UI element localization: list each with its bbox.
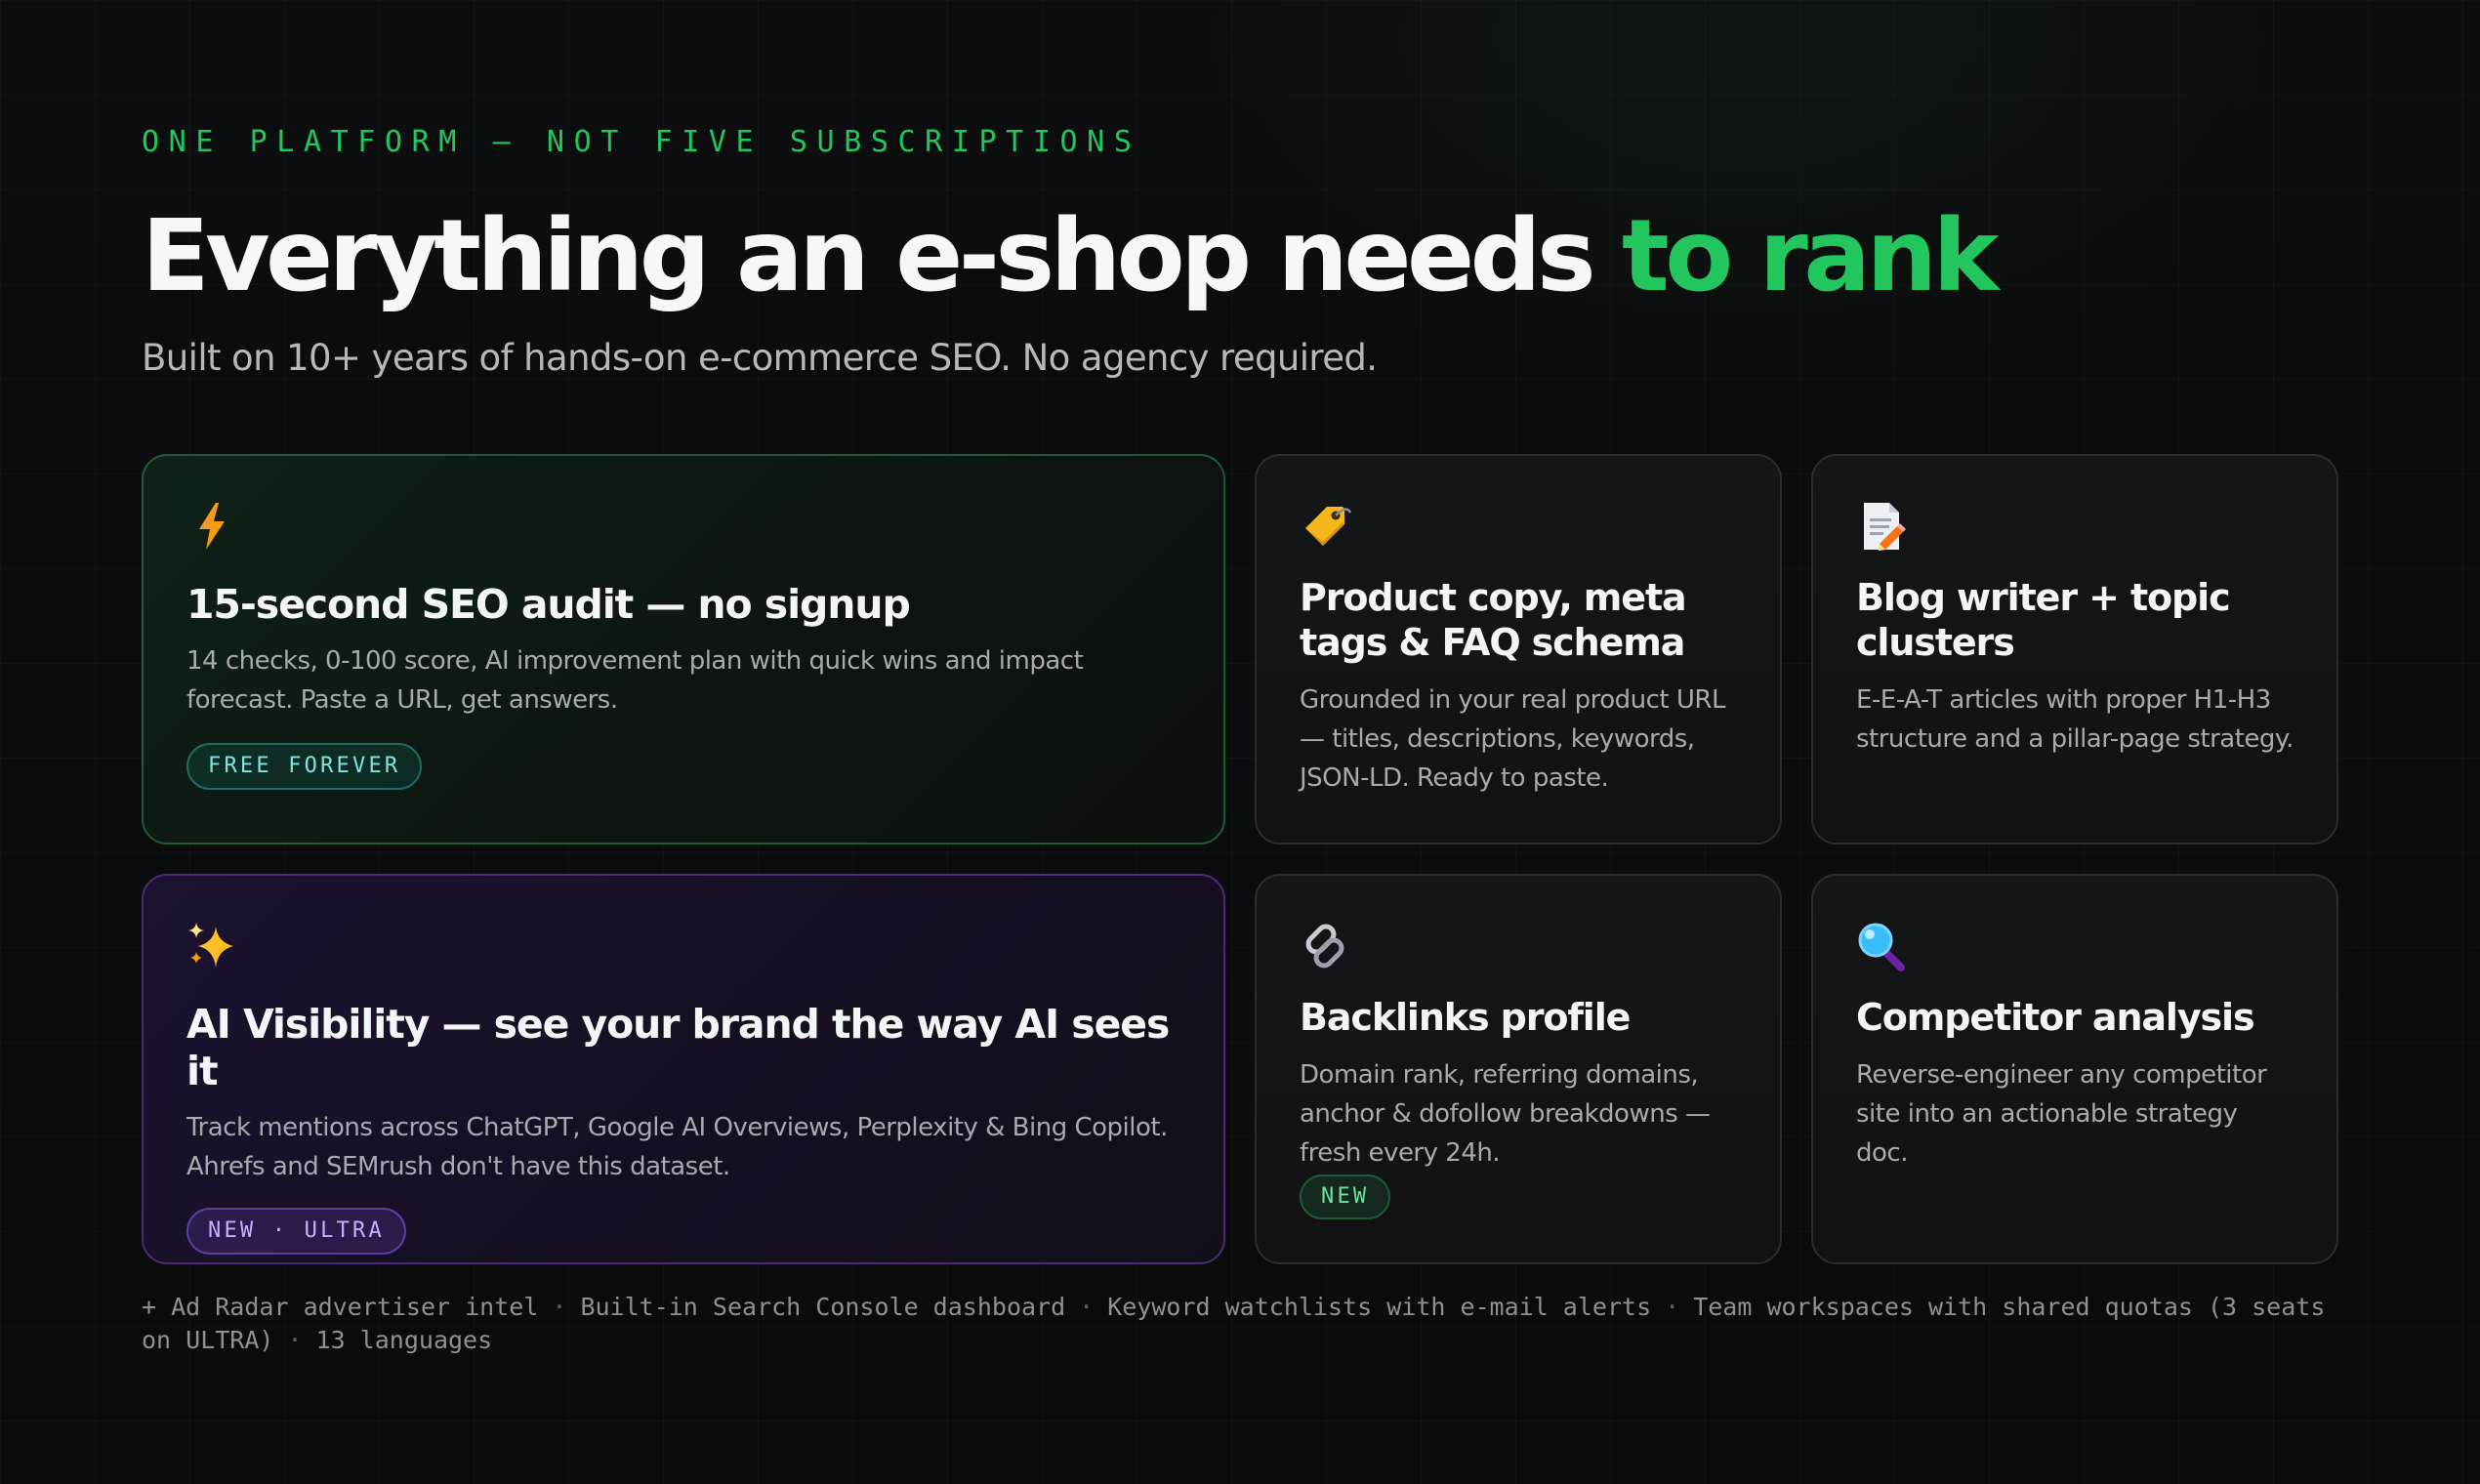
section-eyebrow: ONE PLATFORM — NOT FIVE SUBSCRIPTIONS xyxy=(142,125,1141,159)
separator-dot: · xyxy=(287,1326,303,1354)
free-forever-badge: FREE FOREVER xyxy=(186,743,423,790)
card-description: Grounded in your real product URL — titl… xyxy=(1300,685,1725,793)
extra-feature-ad-radar: + Ad Radar advertiser intel xyxy=(142,1293,539,1321)
separator-dot: · xyxy=(1665,1293,1680,1321)
feature-card-product-copy[interactable]: Product copy, meta tags & FAQ schema Gro… xyxy=(1255,454,1782,845)
feature-card-competitor-analysis[interactable]: Competitor analysis Reverse-engineer any… xyxy=(1811,874,2338,1264)
card-title: Backlinks profile xyxy=(1300,996,1631,1039)
feature-card-blog-writer[interactable]: Blog writer + topic clusters E-E-A-T art… xyxy=(1811,454,2338,845)
extra-feature-search-console: Built-in Search Console dashboard xyxy=(580,1293,1066,1321)
card-title: Competitor analysis xyxy=(1856,996,2255,1039)
tag-icon xyxy=(1298,499,1352,554)
document-pencil-icon xyxy=(1854,499,1909,554)
headline-accent: to rank xyxy=(1622,198,1999,314)
card-description: 14 checks, 0-100 score, AI improvement p… xyxy=(186,646,1084,715)
card-description: Track mentions across ChatGPT, Google AI… xyxy=(186,1113,1168,1181)
card-title: Product copy, meta tags & FAQ schema xyxy=(1300,576,1687,664)
extra-feature-keyword-watchlists: Keyword watchlists with e-mail alerts xyxy=(1107,1293,1652,1321)
feature-card-seo-audit[interactable]: 15-second SEO audit — no signup 14 check… xyxy=(142,454,1225,845)
separator-dot: · xyxy=(552,1293,567,1321)
separator-dot: · xyxy=(1079,1293,1095,1321)
card-title: AI Visibility — see your brand the way A… xyxy=(186,1001,1170,1094)
sparkles-icon xyxy=(185,919,239,973)
link-icon xyxy=(1298,919,1352,973)
card-title: 15-second SEO audit — no signup xyxy=(186,581,911,628)
card-description: Reverse-engineer any competitor site int… xyxy=(1856,1060,2267,1168)
feature-card-ai-visibility[interactable]: AI Visibility — see your brand the way A… xyxy=(142,874,1225,1264)
card-description: E-E-A-T articles with proper H1-H3 struc… xyxy=(1856,685,2294,754)
section-subtitle: Built on 10+ years of hands-on e-commerc… xyxy=(142,337,1378,379)
extra-feature-languages: 13 languages xyxy=(315,1326,493,1354)
extra-features-list: + Ad Radar advertiser intel · Built-in Sea… xyxy=(142,1291,2338,1357)
magnifier-icon xyxy=(1854,919,1909,973)
headline-main: Everything an e-shop needs xyxy=(142,198,1596,314)
new-ultra-badge: NEW · ULTRA xyxy=(186,1208,406,1255)
new-badge: NEW xyxy=(1300,1175,1391,1219)
card-description: Domain rank, referring domains, anchor &… xyxy=(1300,1060,1711,1168)
lightning-icon xyxy=(185,499,239,554)
feature-card-backlinks[interactable]: Backlinks profile Domain rank, referring… xyxy=(1255,874,1782,1264)
card-title: Blog writer + topic clusters xyxy=(1856,576,2231,664)
section-headline: Everything an e-shop needs to rank xyxy=(142,195,1999,318)
